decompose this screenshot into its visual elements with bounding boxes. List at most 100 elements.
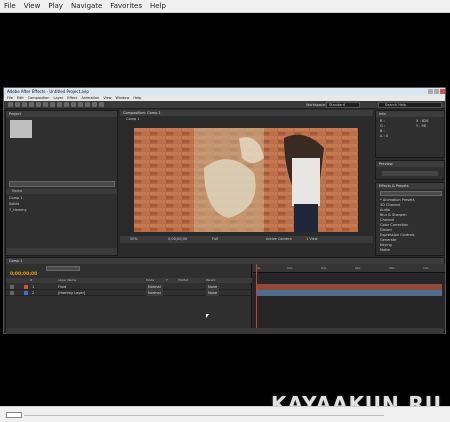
project-item-solids[interactable]: Solids (9, 202, 19, 207)
layer-list: 0;00;00;00 # Layer Name Mode T TrkMat Pa… (6, 264, 252, 328)
composition-viewer: Composition: Comp 1 Comp 1 50% 0;00;00;0… (120, 110, 373, 243)
pan-behind-tool-icon[interactable] (43, 102, 48, 107)
composition-frame-image[interactable] (134, 128, 358, 232)
layer-label-color[interactable] (24, 291, 28, 295)
layer-bar-hammy[interactable] (256, 290, 442, 296)
ruler-tick: 0s (257, 266, 261, 270)
workspace-value: Standard (329, 103, 345, 107)
effects-tab[interactable]: Effects & Presets (376, 183, 444, 189)
col-num: # (30, 278, 33, 282)
layer-name[interactable]: [Hammy Layer] (58, 290, 85, 296)
camera-tool-icon[interactable] (36, 102, 41, 107)
time-ruler[interactable]: 0s 02s 04s 06s 08s 10s (253, 264, 445, 273)
puppet-tool-icon[interactable] (99, 102, 104, 107)
workspace-label: Workspace: (306, 103, 327, 107)
window-title-bar: Adobe After Effects - Untitled Project.a… (4, 88, 445, 95)
col-parent: Parent (206, 278, 216, 282)
effects-item[interactable]: Matte (380, 248, 390, 252)
col-mode: Mode (146, 278, 155, 282)
timeline-footer (6, 328, 444, 334)
timeline-tracks[interactable]: 0s 02s 04s 06s 08s 10s (253, 264, 445, 328)
menu-file[interactable]: File (4, 2, 16, 10)
effects-item[interactable]: Channel (380, 218, 394, 222)
brush-tool-icon[interactable] (71, 102, 76, 107)
effects-item[interactable]: Blur & Sharpen (380, 213, 407, 217)
current-time-indicator[interactable] (256, 264, 257, 328)
info-tab[interactable]: Info (376, 111, 444, 117)
menu-help[interactable]: Help (150, 2, 166, 10)
effects-search-input[interactable] (380, 191, 442, 196)
ruler-tick: 10s (423, 266, 429, 270)
search-help-placeholder: Search Help (385, 103, 407, 107)
seek-track[interactable] (24, 415, 384, 416)
roto-brush-tool-icon[interactable] (92, 102, 97, 107)
layer-parent-select[interactable]: None (206, 290, 220, 296)
project-panel: Project Name Comp 1 Solids 7_Hammy (5, 110, 118, 256)
resolution-select[interactable]: Full (212, 237, 218, 241)
effects-item[interactable]: Color Correction (380, 223, 408, 227)
text-tool-icon[interactable] (64, 102, 69, 107)
hand-tool-icon[interactable] (15, 102, 20, 107)
window-title: Adobe After Effects - Untitled Project.a… (7, 89, 89, 94)
ruler-tick: 04s (321, 266, 327, 270)
effects-item[interactable]: Expression Controls (380, 233, 415, 237)
effects-item[interactable]: Keying (380, 243, 392, 247)
maximize-button[interactable] (434, 89, 439, 94)
effects-item[interactable]: 3D Channel (380, 203, 400, 207)
effects-item[interactable]: Audio (380, 208, 390, 212)
ruler-tick: 08s (389, 266, 395, 270)
visibility-eye-icon[interactable] (10, 285, 14, 289)
pen-tool-icon[interactable] (57, 102, 62, 107)
effects-presets-panel: Effects & Presets * Animation Presets 3D… (375, 182, 445, 256)
info-r: R : (380, 119, 385, 123)
timeline-panel: Comp 1 0;00;00;00 # Layer Name Mode T Tr… (5, 257, 445, 334)
after-effects-window: Adobe After Effects - Untitled Project.a… (3, 87, 446, 334)
effects-item[interactable]: * Animation Presets (380, 198, 415, 202)
project-tab[interactable]: Project (6, 111, 117, 117)
workspace-select[interactable]: Standard (326, 102, 360, 108)
player-menubar: File View Play Navigate Favorites Help (0, 0, 450, 13)
visibility-eye-icon[interactable] (10, 291, 14, 295)
project-footer (6, 248, 117, 255)
zoom-select[interactable]: 50% (130, 237, 138, 241)
close-button[interactable] (440, 89, 445, 94)
menu-view[interactable]: View (24, 2, 41, 10)
mouse-cursor-icon (206, 314, 209, 318)
zoom-tool-icon[interactable] (22, 102, 27, 107)
project-column-header: Name (6, 189, 117, 194)
ruler-tick: 06s (355, 266, 361, 270)
info-x: X : 826 (416, 119, 429, 123)
rotate-tool-icon[interactable] (29, 102, 34, 107)
view-layout-select[interactable]: 1 View (306, 237, 318, 241)
layer-mode-select[interactable]: Normal (146, 290, 163, 296)
tools-bar: Workspace: Standard Search Help (4, 101, 445, 109)
selection-tool-icon[interactable] (8, 102, 13, 107)
layer-row[interactable]: 2 [Hammy Layer] Normal None (6, 290, 252, 296)
eraser-tool-icon[interactable] (85, 102, 90, 107)
composition-tab[interactable]: Composition: Comp 1 (120, 110, 373, 116)
comp-subtab[interactable]: Comp 1 (126, 117, 140, 121)
project-item-footage[interactable]: 7_Hammy (9, 208, 27, 213)
minimize-button[interactable] (428, 89, 433, 94)
timeline-timecode[interactable]: 0;00;00;00 (10, 272, 37, 277)
seek-handle[interactable] (6, 412, 22, 418)
search-help-input[interactable]: Search Help (378, 102, 442, 108)
clone-tool-icon[interactable] (78, 102, 83, 107)
menu-favorites[interactable]: Favorites (110, 2, 142, 10)
view-select[interactable]: Active Camera (266, 237, 292, 241)
effects-item[interactable]: Generate (380, 238, 396, 242)
effects-item[interactable]: Distort (380, 228, 392, 232)
project-search-input[interactable] (9, 181, 115, 187)
layer-label-color[interactable] (24, 285, 28, 289)
timeline-search-input[interactable] (46, 266, 80, 271)
preview-controls[interactable] (382, 171, 438, 176)
menu-play[interactable]: Play (48, 2, 63, 10)
project-item-comp[interactable]: Comp 1 (9, 196, 23, 201)
player-seekbar (0, 406, 450, 422)
mask-tool-icon[interactable] (50, 102, 55, 107)
menu-navigate[interactable]: Navigate (71, 2, 102, 10)
viewer-timecode[interactable]: 0;00;00;00 (168, 237, 187, 241)
info-y: Y : 98 (416, 124, 426, 128)
preview-tab[interactable]: Preview (376, 161, 444, 167)
info-a: A : 0 (380, 134, 389, 138)
